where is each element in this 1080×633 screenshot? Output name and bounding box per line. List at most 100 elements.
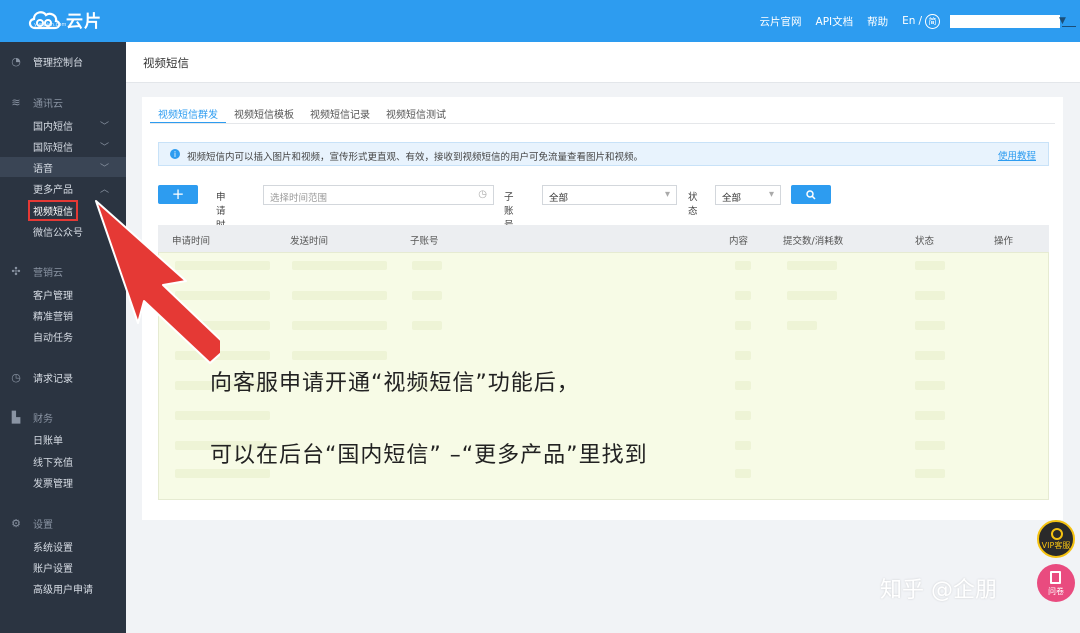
nav-help[interactable]: 帮助 — [867, 14, 888, 29]
chart-icon: ▙ — [11, 410, 21, 424]
search-icon — [806, 189, 816, 200]
watermark: 知乎 @企朋 — [880, 578, 997, 603]
cloud-logo-icon — [28, 11, 61, 30]
survey-label: 问卷 — [1048, 587, 1064, 596]
layers-icon: ≋ — [11, 95, 21, 109]
sidebar-item-label: 账户设置 — [33, 563, 73, 575]
sidebar-item-label: 系统设置 — [33, 542, 73, 554]
search-button[interactable] — [791, 185, 831, 204]
th-send-time: 发送时间 — [290, 236, 329, 247]
status-select[interactable]: 全部 ▾ — [715, 185, 781, 205]
caret-down-icon: ▾ — [664, 189, 670, 200]
sidebar-item-advanced-user[interactable]: 高级用户申请 — [0, 578, 126, 598]
table-row — [167, 467, 1037, 481]
caret-down-icon: ▾ — [768, 189, 774, 200]
logo-subtitle: yunpian.com — [34, 22, 67, 28]
annotation-line-1: 向客服申请开通“视频短信”功能后， — [210, 371, 580, 396]
tabs-divider — [150, 123, 1055, 124]
document-icon — [1050, 571, 1061, 584]
sidebar-request-log[interactable]: ◷ 请求记录 — [0, 368, 126, 386]
sidebar-item-label: 国内短信 — [33, 121, 73, 133]
info-icon: i — [170, 149, 180, 159]
red-arrow-annotation — [95, 200, 220, 364]
account-underline — [1062, 26, 1076, 27]
caret-down-icon[interactable]: ▼ — [1059, 16, 1066, 26]
lang-zh-icon[interactable]: 简 — [925, 13, 940, 29]
tab-bar: 视频短信群发 视频短信模板 视频短信记录 视频短信测试 — [150, 97, 454, 124]
tab-video-sms-send[interactable]: 视频短信群发 — [150, 97, 226, 124]
sidebar-group-comm: ≋ 通讯云 — [0, 93, 126, 111]
sidebar-item-label: 线下充值 — [33, 457, 73, 469]
th-submit-consume: 提交数/消耗数 — [783, 236, 844, 247]
sidebar-item-label: 国际短信 — [33, 142, 73, 154]
table-row — [167, 409, 1037, 423]
nav-official-site[interactable]: 云片官网 — [760, 14, 802, 29]
sidebar-item-offline-recharge[interactable]: 线下充值 — [0, 451, 126, 471]
group-comm-label: 通讯云 — [33, 98, 63, 110]
survey-button[interactable]: 问卷 — [1037, 564, 1075, 602]
sidebar-item-voice[interactable]: 语音 ﹀ — [0, 157, 126, 177]
sidebar-item-intl-sms[interactable]: 国际短信 ﹀ — [0, 136, 126, 156]
nav-api-docs[interactable]: API文档 — [816, 14, 854, 29]
account-menu[interactable] — [950, 15, 1060, 28]
status-value: 全部 — [722, 193, 742, 204]
subaccount-value: 全部 — [549, 193, 569, 204]
group-finance-label: 财务 — [33, 413, 53, 425]
sidebar-item-label: 高级用户申请 — [33, 584, 93, 596]
sidebar-item-domestic-sms[interactable]: 国内短信 ﹀ — [0, 115, 126, 135]
th-content: 内容 — [729, 236, 749, 247]
th-actions: 操作 — [994, 236, 1014, 247]
info-notice: i 视频短信内可以插入图片和视频，宣传形式更直观、有效，接收到视频短信的用户可免… — [158, 142, 1049, 166]
th-subaccount: 子账号 — [410, 236, 439, 247]
chevron-down-icon: ﹀ — [100, 121, 110, 132]
sidebar-group-settings: ⚙ 设置 — [0, 514, 126, 532]
tab-video-sms-template[interactable]: 视频短信模板 — [226, 97, 302, 124]
apply-time-placeholder: 选择时间范围 — [270, 193, 328, 204]
language-switch[interactable]: En / 简 — [902, 13, 940, 29]
sidebar-item-label: 日账单 — [33, 435, 63, 447]
notice-text: 视频短信内可以插入图片和视频，宣传形式更直观、有效，接收到视频短信的用户可免流量… — [187, 152, 644, 163]
lang-en[interactable]: En — [902, 15, 915, 27]
tab-video-sms-test[interactable]: 视频短信测试 — [378, 97, 454, 124]
logo-text: 云片 — [66, 11, 102, 32]
table-row — [167, 349, 1037, 363]
top-bar: 云片 yunpian.com 云片官网 API文档 帮助 En / 简 ▼ — [0, 0, 1080, 42]
th-status: 状态 — [915, 236, 935, 247]
annotation-line-2: 可以在后台“国内短信” –“更多产品”里找到 — [210, 443, 648, 468]
chevron-up-icon: ︿ — [100, 184, 110, 195]
top-nav: 云片官网 API文档 帮助 En / 简 — [760, 0, 940, 42]
gear-icon: ⚙ — [11, 516, 21, 530]
vip-support-button[interactable]: VIP客服 — [1037, 520, 1075, 558]
sidebar-item-daily-bill[interactable]: 日账单 — [0, 429, 126, 449]
apply-time-range-input[interactable]: 选择时间范围 ◷ — [263, 185, 494, 205]
table-header: 申请时间 发送时间 子账号 内容 提交数/消耗数 状态 操作 — [158, 225, 1049, 252]
request-log-label: 请求记录 — [33, 373, 73, 385]
tutorial-link[interactable]: 使用教程 — [998, 148, 1036, 162]
sidebar-console[interactable]: ◔ 管理控制台 — [0, 52, 126, 70]
sidebar-item-label: 更多产品 — [33, 184, 73, 196]
table-row — [167, 319, 1037, 333]
sidebar-item-system-settings[interactable]: 系统设置 — [0, 536, 126, 556]
chevron-down-icon: ﹀ — [100, 163, 110, 174]
group-settings-label: 设置 — [33, 519, 53, 531]
sidebar-item-label: 语音 — [33, 163, 53, 175]
headset-icon — [1051, 528, 1063, 540]
status-label: 状态 — [688, 192, 698, 217]
group-marketing-label: 营销云 — [33, 267, 63, 279]
chevron-down-icon: ﹀ — [100, 142, 110, 153]
sidebar-console-label: 管理控制台 — [33, 57, 83, 69]
sidebar-item-invoices[interactable]: 发票管理 — [0, 472, 126, 492]
clock-icon: ◷ — [478, 189, 487, 200]
page-title: 视频短信 — [143, 56, 189, 70]
tab-video-sms-records[interactable]: 视频短信记录 — [302, 97, 378, 124]
sidebar-group-finance: ▙ 财务 — [0, 408, 126, 426]
vip-label: VIP客服 — [1041, 541, 1071, 550]
sidebar-item-account-settings[interactable]: 账户设置 — [0, 557, 126, 577]
lang-separator: / — [918, 15, 922, 27]
clock-icon: ◷ — [11, 370, 21, 384]
yunpian-logo[interactable]: 云片 — [26, 6, 102, 32]
sidebar-item-label: 发票管理 — [33, 478, 73, 490]
table-row — [167, 289, 1037, 303]
page-header: 视频短信 — [126, 42, 1080, 83]
subaccount-select[interactable]: 全部 ▾ — [542, 185, 677, 205]
